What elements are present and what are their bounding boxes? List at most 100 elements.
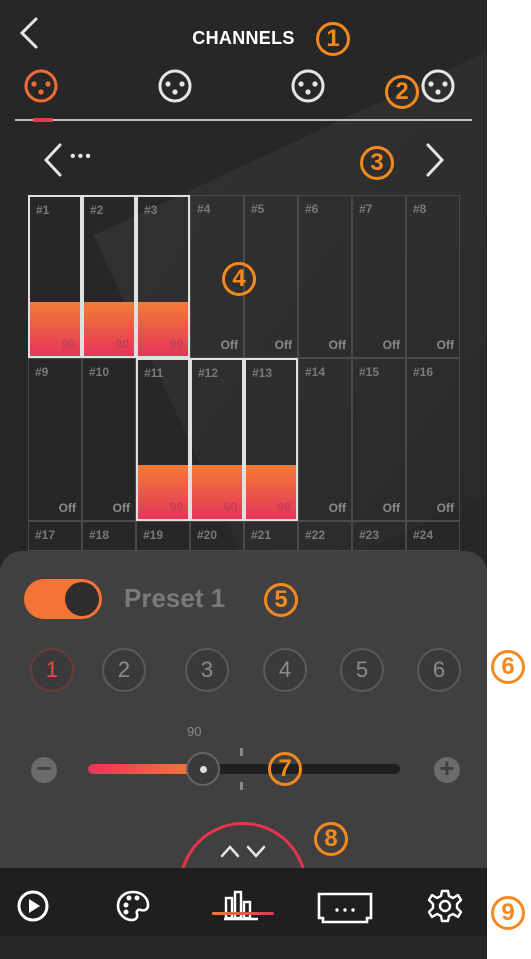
increase-button[interactable]: +: [434, 755, 460, 783]
callout-4: 4: [222, 262, 256, 296]
channel-cell[interactable]: #3 90: [136, 195, 190, 358]
slider-tick: [240, 782, 243, 790]
preset-button-label: 1: [45, 657, 59, 682]
preset-button-4[interactable]: 4: [263, 648, 307, 692]
channel-number: #24: [413, 528, 434, 542]
channel-cell[interactable]: #14 Off: [298, 358, 352, 521]
preset-button-label: 6: [432, 657, 446, 682]
toggle-knob: [65, 582, 99, 616]
intensity-slider[interactable]: [88, 764, 400, 774]
callout-7: 7: [268, 752, 302, 786]
channel-value: Off: [436, 501, 454, 515]
channel-cell[interactable]: #8 Off: [406, 195, 460, 358]
channel-value: 90: [277, 500, 291, 514]
channel-value: 90: [223, 500, 237, 514]
channel-number: #2: [90, 203, 104, 217]
channel-number: #3: [144, 203, 158, 217]
callout-6: 6: [491, 650, 525, 684]
pager-ellipsis: •••: [70, 148, 93, 165]
callout-1: 1: [316, 22, 350, 56]
channel-value: Off: [112, 501, 130, 515]
channel-cell[interactable]: #23: [352, 521, 406, 551]
equalizer-icon[interactable]: [222, 886, 262, 926]
device-tab-icon-active[interactable]: [23, 68, 59, 104]
channel-number: #7: [359, 202, 373, 216]
header: CHANNELS: [0, 0, 487, 75]
slider-value: 90: [187, 724, 202, 739]
minus-icon: −: [36, 753, 52, 783]
channel-number: #19: [143, 528, 164, 542]
preset-toggle[interactable]: [24, 579, 102, 619]
channel-value: Off: [328, 501, 346, 515]
app-screen: CHANNELS ••• #1 90 #2 90 #3 90 #4 Off #5 Off #6 Off…: [0, 0, 487, 959]
channel-number: #13: [252, 366, 273, 380]
device-tab-icon[interactable]: [290, 68, 326, 104]
preset-button-5[interactable]: 5: [340, 648, 384, 692]
slider-tick: [240, 748, 243, 756]
channel-cell[interactable]: #22: [298, 521, 352, 551]
callout-5: 5: [264, 583, 298, 617]
channel-cell[interactable]: #24: [406, 521, 460, 551]
channel-cell[interactable]: #9 Off: [28, 358, 82, 521]
channel-value: 90: [61, 337, 75, 351]
preset-button-label: 3: [200, 657, 214, 682]
preset-button-6[interactable]: 6: [417, 648, 461, 692]
channel-value: Off: [220, 338, 238, 352]
channel-value: Off: [382, 338, 400, 352]
preset-button-1[interactable]: 1: [30, 648, 74, 692]
slider-thumb[interactable]: [186, 752, 220, 786]
channel-cell[interactable]: #10 Off: [82, 358, 136, 521]
decrease-button[interactable]: −: [31, 753, 57, 783]
stage-icon[interactable]: [315, 886, 375, 926]
tab-underline: [15, 119, 472, 121]
channel-cell[interactable]: #1 90: [28, 195, 82, 358]
channel-value: 90: [169, 337, 183, 351]
settings-icon[interactable]: [425, 886, 465, 926]
channel-number: #14: [305, 365, 326, 379]
next-page-button[interactable]: [420, 140, 450, 180]
palette-icon[interactable]: [113, 886, 153, 926]
channel-cell[interactable]: #18: [82, 521, 136, 551]
preset-button-2[interactable]: 2: [102, 648, 146, 692]
device-tab-icon[interactable]: [157, 68, 193, 104]
channel-cell[interactable]: #11 90: [136, 358, 190, 521]
channel-value: Off: [328, 338, 346, 352]
tab-selected-indicator: [33, 118, 53, 122]
channel-number: #10: [89, 365, 110, 379]
channel-cell[interactable]: #2 90: [82, 195, 136, 358]
channel-cell[interactable]: #13 90: [244, 358, 298, 521]
channel-number: #15: [359, 365, 380, 379]
channel-cell[interactable]: #7 Off: [352, 195, 406, 358]
channel-cell[interactable]: #19: [136, 521, 190, 551]
channel-number: #8: [413, 202, 427, 216]
preset-button-3[interactable]: 3: [185, 648, 229, 692]
preset-button-label: 4: [278, 657, 292, 682]
channel-cell[interactable]: #20: [190, 521, 244, 551]
channel-cell[interactable]: #21: [244, 521, 298, 551]
channel-cell[interactable]: #12 90: [190, 358, 244, 521]
channel-value: Off: [436, 338, 454, 352]
device-tab-icon[interactable]: [420, 68, 456, 104]
channel-value: Off: [58, 501, 76, 515]
nav-active-indicator: [212, 912, 274, 915]
channel-cell[interactable]: #16 Off: [406, 358, 460, 521]
channel-cell[interactable]: #6 Off: [298, 195, 352, 358]
channel-number: #6: [305, 202, 319, 216]
preset-button-label: 5: [355, 657, 369, 682]
play-icon[interactable]: [13, 886, 53, 926]
channel-number: #16: [413, 365, 434, 379]
channel-number: #23: [359, 528, 380, 542]
callout-3: 3: [360, 146, 394, 180]
page-title: CHANNELS: [192, 28, 295, 48]
chevron-up-down-icon: [220, 845, 266, 858]
channel-cell[interactable]: #17: [28, 521, 82, 551]
preset-button-label: 2: [117, 657, 131, 682]
channel-value: Off: [382, 501, 400, 515]
slider-fill: [88, 764, 200, 774]
channel-value: 90: [169, 500, 183, 514]
channel-cell[interactable]: #15 Off: [352, 358, 406, 521]
callout-8: 8: [314, 822, 348, 856]
channel-number: #9: [35, 365, 49, 379]
callout-2: 2: [385, 75, 419, 109]
callout-9: 9: [491, 896, 525, 930]
